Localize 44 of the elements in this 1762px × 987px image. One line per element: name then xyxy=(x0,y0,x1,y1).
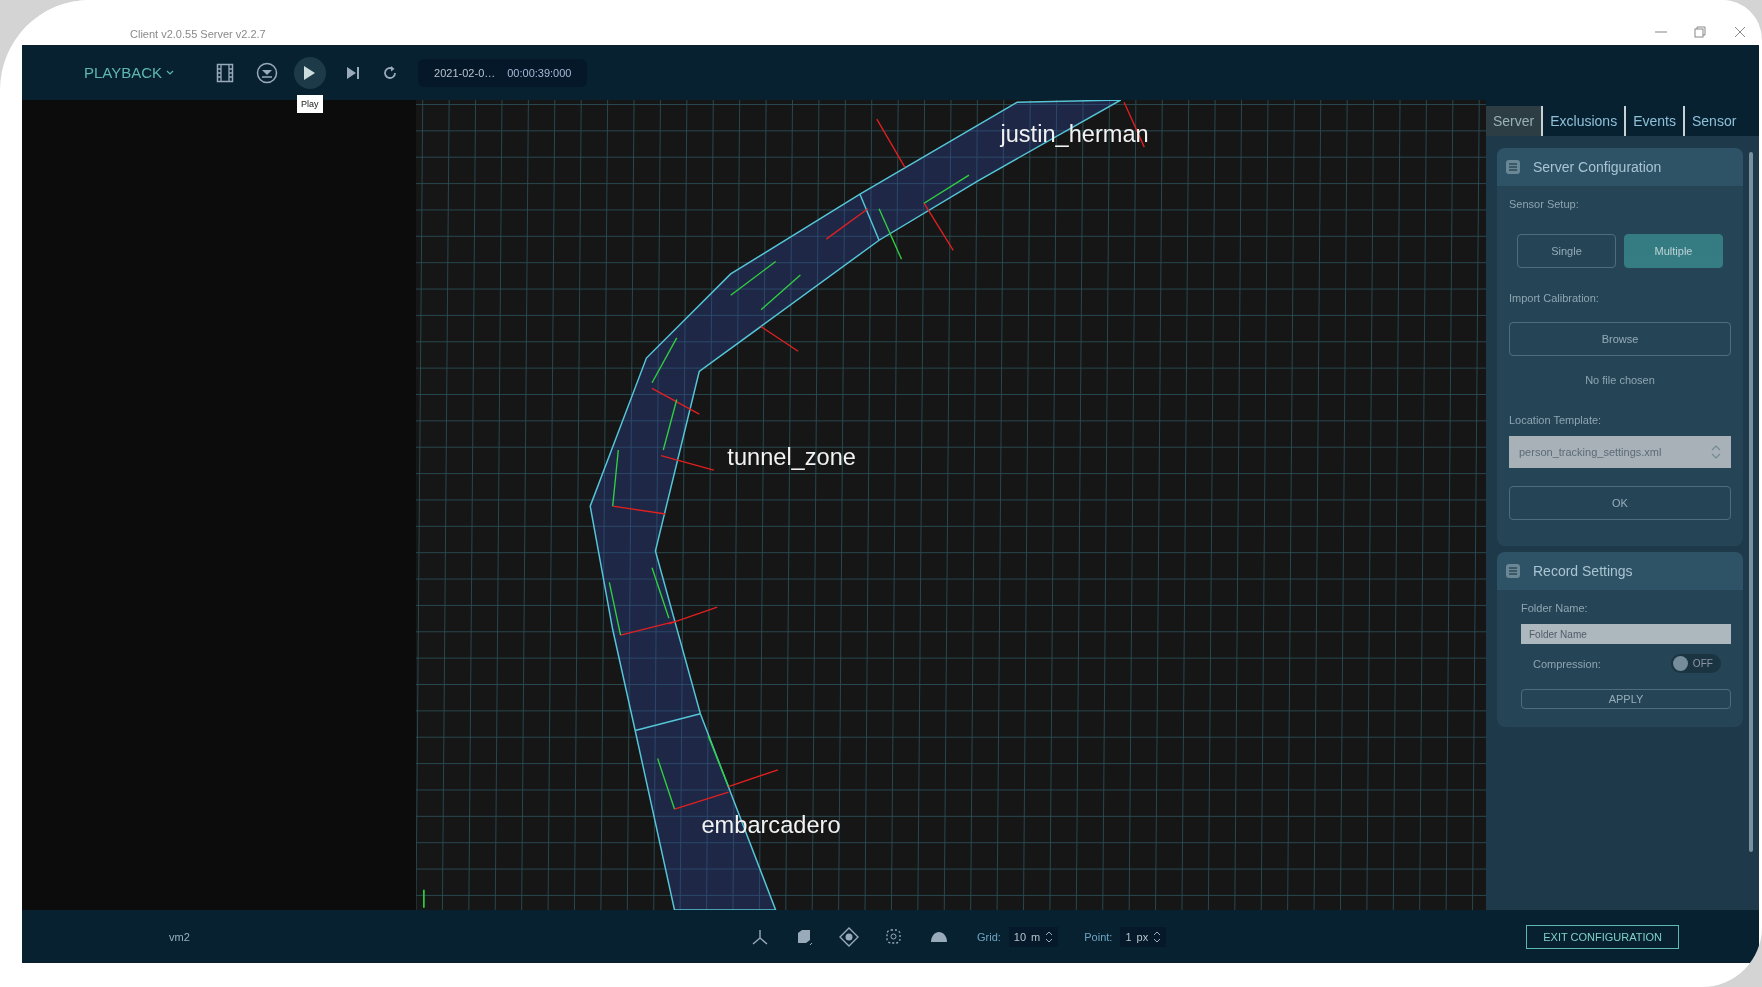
server-icon xyxy=(1505,563,1521,579)
field-label: Import Calibration: xyxy=(1509,292,1600,304)
view-name: vm2 xyxy=(169,930,191,943)
tooltip: Play xyxy=(297,94,323,113)
exit-configuration-button[interactable]: EXIT CONFIGURATION xyxy=(1526,924,1679,949)
caret-icon xyxy=(166,69,175,76)
refresh-icon xyxy=(382,64,399,81)
play-button[interactable] xyxy=(294,56,327,89)
spinner-arrows-icon xyxy=(1711,444,1721,460)
dashed-shape-icon xyxy=(885,927,903,946)
scrollbar[interactable] xyxy=(1749,152,1753,852)
down-triangle-circle-icon xyxy=(256,61,279,84)
play-icon xyxy=(302,64,317,81)
date-text: 2021-02-0… xyxy=(434,66,496,79)
tab[interactable]: Sensor xyxy=(1684,106,1744,136)
close-icon xyxy=(1733,24,1747,39)
cloud-icon xyxy=(929,929,949,944)
axis-marker-icon xyxy=(423,888,425,909)
minimize-icon xyxy=(1655,30,1667,33)
field-label: Location Template: xyxy=(1509,414,1603,426)
film-strip-icon xyxy=(216,62,235,83)
field-label: Sensor Setup: xyxy=(1509,198,1580,210)
skip-forward-icon xyxy=(346,65,361,80)
tab[interactable]: Server xyxy=(1486,106,1544,136)
time-text: 00:00:39:000 xyxy=(507,66,572,79)
grid-label: Grid: xyxy=(977,930,1001,943)
field-label: Compression: xyxy=(1533,657,1601,670)
zone-label: tunnel_zone xyxy=(727,443,856,470)
card-title: Record Settings xyxy=(1533,563,1633,579)
file-status: No file chosen xyxy=(1584,374,1656,386)
spinner-arrows-icon xyxy=(1045,929,1054,944)
card-title: Server Configuration xyxy=(1533,159,1662,175)
server-icon xyxy=(1505,159,1521,175)
field-label: Folder Name: xyxy=(1521,602,1589,614)
point-size-spinner[interactable]: 1 px xyxy=(1120,926,1167,947)
point-size-label: Point: xyxy=(1084,930,1113,943)
cube-icon xyxy=(795,927,813,946)
restore-icon xyxy=(1693,24,1707,39)
axes-icon xyxy=(751,927,769,946)
diamond-target-icon xyxy=(839,926,859,947)
mode-dropdown[interactable]: PLAYBACK xyxy=(84,64,175,81)
spinner-arrows-icon xyxy=(1153,929,1162,944)
window-title: Client v2.0.55 Server v2.2.7 xyxy=(130,27,266,40)
grid-spinner[interactable]: 10 m xyxy=(1008,926,1059,947)
